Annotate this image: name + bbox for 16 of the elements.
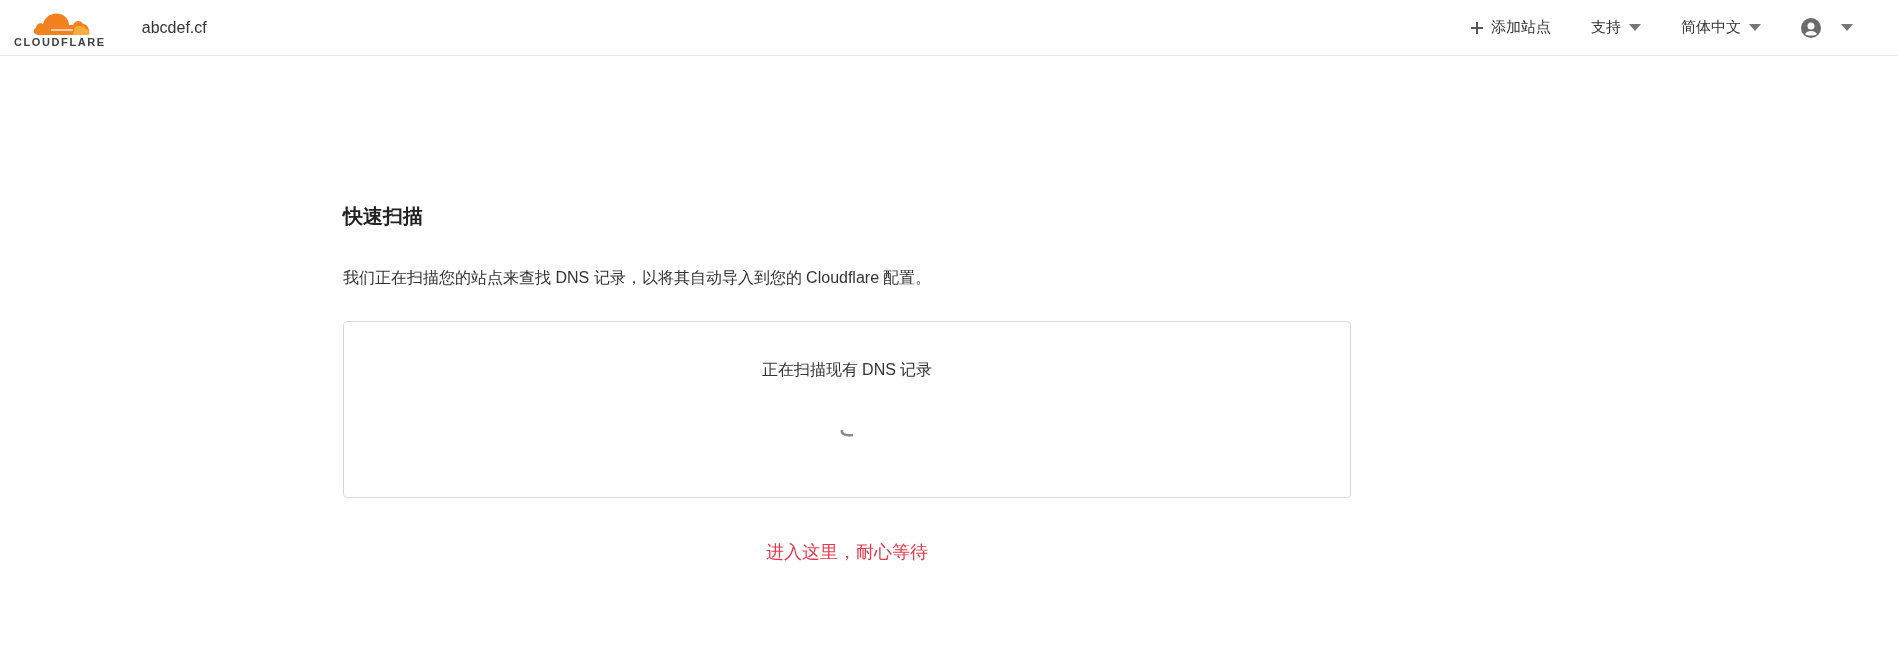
caret-icon	[1629, 24, 1641, 31]
caret-icon	[1749, 24, 1761, 31]
site-name: abcdef.cf	[141, 18, 207, 37]
plus-icon	[1471, 21, 1483, 34]
account-menu[interactable]	[1801, 17, 1853, 38]
description-text: 我们正在扫描您的站点来查找 DNS 记录，以将其自动导入到您的 Cloudflare 配置。	[343, 268, 933, 288]
annotation-text: 进入这里，耐心等待	[766, 541, 928, 564]
scan-status-text: 正在扫描现有 DNS 记录	[761, 360, 933, 380]
caret-icon	[1841, 24, 1853, 31]
add-site-button[interactable]: 添加站点	[1471, 18, 1551, 37]
dropdown-menu[interactable]: 支持	[1591, 18, 1641, 37]
user-icon	[1801, 17, 1821, 38]
logo-wordmark: CLOUDFLARE	[14, 35, 106, 48]
dropdown-menu[interactable]: 简体中文	[1681, 18, 1761, 37]
loading-spinner-icon	[839, 429, 855, 439]
page-title: 快速扫描	[343, 204, 424, 229]
